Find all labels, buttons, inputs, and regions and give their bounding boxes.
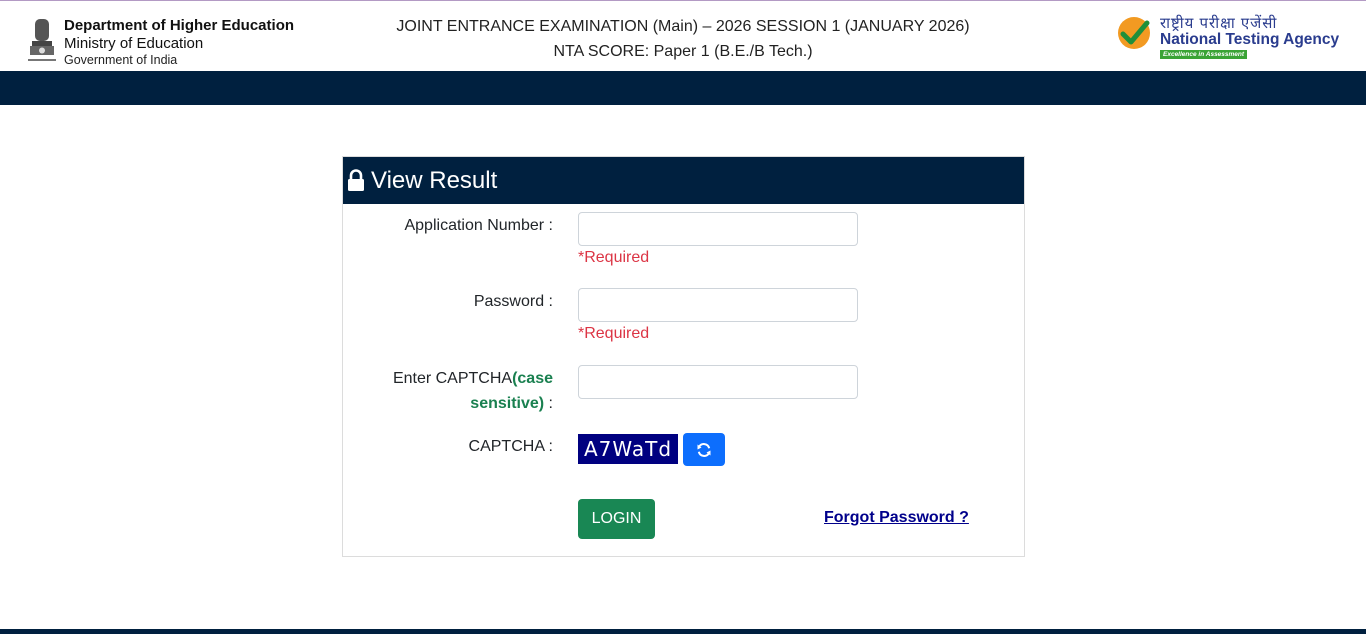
captcha-label: CAPTCHA : <box>468 438 553 455</box>
view-result-panel: View Result Application Number : *Requir… <box>342 156 1025 557</box>
login-button[interactable]: LOGIN <box>578 499 655 539</box>
captcha-input-label-text: Enter CAPTCHA <box>392 370 513 387</box>
captcha-input[interactable] <box>578 365 858 399</box>
nta-tagline: Excellence in Assessment <box>1160 50 1248 59</box>
application-required-message: *Required <box>578 249 650 266</box>
refresh-captcha-button[interactable] <box>683 433 725 466</box>
nta-english-name: National Testing Agency <box>1160 31 1340 48</box>
forgot-password-link[interactable]: Forgot Password ? <box>824 509 969 527</box>
panel-title: View Result <box>371 166 498 194</box>
captcha-input-label-colon: : <box>544 395 553 412</box>
navigation-bar <box>0 71 1366 105</box>
lock-icon <box>348 168 364 191</box>
nta-hindi-name: राष्ट्रीय परीक्षा एजेंसी <box>1160 15 1278 32</box>
password-required-message: *Required <box>578 325 650 342</box>
captcha-image: A7WaTd <box>578 434 678 464</box>
password-input[interactable] <box>578 288 858 322</box>
application-number-input[interactable] <box>578 212 858 246</box>
password-label: Password : <box>473 293 553 310</box>
panel-header: View Result <box>343 157 1024 204</box>
application-number-label: Application Number : <box>404 217 553 234</box>
site-header: Department of Higher Education Ministry … <box>0 0 1366 71</box>
captcha-input-label: Enter CAPTCHA(case sensitive) : <box>363 366 553 416</box>
nta-logo: राष्ट्रीय परीक्षा एजेंसी National Testin… <box>1114 13 1364 63</box>
nta-check-icon <box>1118 17 1150 49</box>
refresh-icon <box>697 442 711 457</box>
footer-bar <box>0 629 1366 634</box>
